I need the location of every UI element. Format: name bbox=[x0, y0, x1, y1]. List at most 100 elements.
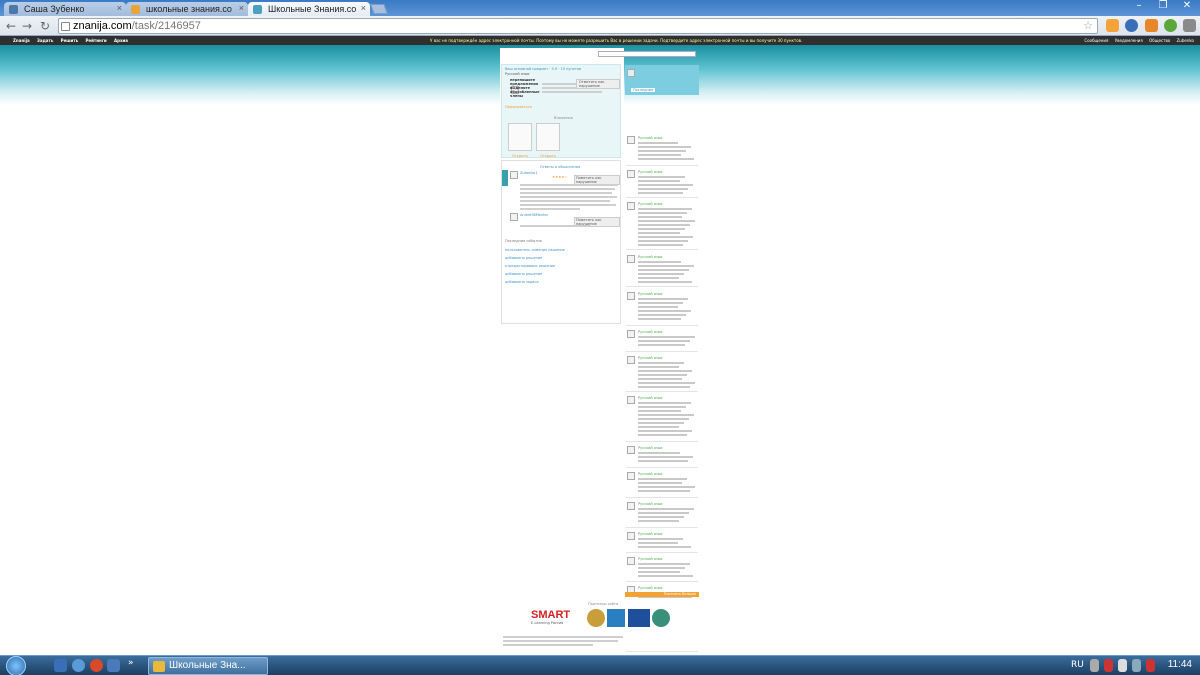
wrench-icon[interactable] bbox=[1183, 19, 1196, 32]
sidebar-card[interactable]: Русский язык bbox=[626, 530, 698, 553]
sidebar-card[interactable]: Русский язык bbox=[626, 328, 698, 352]
site-logo[interactable]: znanija.com Учимся вместе bbox=[503, 50, 550, 62]
sidebar-card-subject[interactable]: Русский язык bbox=[638, 472, 663, 476]
open-attachment-link[interactable]: Открыть bbox=[512, 154, 528, 158]
chrome-icon[interactable] bbox=[90, 659, 103, 672]
avatar[interactable] bbox=[627, 532, 635, 540]
close-window-icon[interactable]: ✕ bbox=[1178, 0, 1196, 11]
open-attachment-link[interactable]: Открыть bbox=[540, 154, 556, 158]
avatar[interactable] bbox=[627, 292, 635, 300]
attachment-thumb[interactable] bbox=[536, 123, 560, 151]
language-indicator[interactable]: RU bbox=[1071, 660, 1084, 670]
avatar[interactable] bbox=[627, 170, 635, 178]
new-tab-button[interactable] bbox=[370, 4, 388, 14]
tab-sasha[interactable]: Саша Зубенко × bbox=[4, 2, 126, 16]
tab-znanija[interactable]: Школьные Знания.co × bbox=[248, 2, 370, 16]
volume-icon[interactable] bbox=[1118, 659, 1127, 672]
sidebar-card-subject[interactable]: Русский язык bbox=[638, 292, 663, 296]
more-icon[interactable]: » bbox=[128, 658, 134, 668]
avatar[interactable] bbox=[627, 557, 635, 565]
sidebar-card[interactable]: Русский язык bbox=[626, 354, 698, 392]
taskbar-app-znanija[interactable]: Школьные Зна... bbox=[148, 657, 268, 675]
sidebar-card-subject[interactable]: Русский язык bbox=[638, 396, 663, 400]
topbar-link[interactable]: Решить bbox=[61, 38, 79, 43]
topbar-link[interactable]: Zubenko bbox=[1177, 38, 1194, 43]
alert-icon[interactable] bbox=[1146, 659, 1155, 672]
topbar-link[interactable]: Архив bbox=[114, 38, 128, 43]
mark-violation-button[interactable]: Отметить как нарушение bbox=[576, 79, 620, 89]
avatar[interactable] bbox=[627, 136, 635, 144]
sidebar-card[interactable]: Русский язык bbox=[626, 253, 698, 287]
sidebar-card[interactable]: Русский язык bbox=[626, 470, 698, 498]
rating-stars[interactable]: ★★★★☆ bbox=[552, 175, 568, 179]
answer-author-link[interactable]: Zubenko1 bbox=[520, 171, 537, 175]
avatar[interactable] bbox=[510, 171, 518, 179]
report-link[interactable]: Пожаловаться bbox=[505, 105, 532, 109]
tray-icon[interactable] bbox=[1090, 659, 1099, 672]
sidebar-card[interactable]: Русский язык bbox=[626, 500, 698, 528]
topbar-link[interactable]: Задать bbox=[37, 38, 53, 43]
sidebar-card[interactable]: Русский язык bbox=[626, 555, 698, 582]
sidebar-card-subject[interactable]: Русский язык bbox=[638, 502, 663, 506]
sidebar-card-subject[interactable]: Русский язык bbox=[638, 255, 663, 259]
tab-search[interactable]: школьные знания.co × bbox=[126, 2, 248, 16]
forward-icon[interactable]: → bbox=[22, 19, 32, 33]
sidebar-card-subject[interactable]: Русский язык bbox=[638, 356, 663, 360]
tray-icon[interactable] bbox=[1104, 659, 1113, 672]
close-icon[interactable]: × bbox=[117, 3, 122, 13]
sidebar-card-subject[interactable]: Русский язык bbox=[638, 557, 663, 561]
partner-logo[interactable] bbox=[628, 609, 650, 627]
network-icon[interactable] bbox=[1132, 659, 1141, 672]
start-button[interactable] bbox=[6, 656, 26, 675]
history-item[interactable]: добавлено решение bbox=[505, 272, 619, 276]
sidebar-card[interactable]: Русский язык bbox=[626, 394, 698, 442]
sidebar-card[interactable]: Русский язык bbox=[626, 134, 698, 166]
reload-icon[interactable]: ↻ bbox=[40, 19, 50, 33]
topbar-link[interactable]: Сообщения bbox=[1084, 38, 1108, 43]
topbar-link[interactable]: Рейтинги bbox=[85, 38, 106, 43]
clock[interactable]: 11:44 bbox=[1168, 659, 1192, 670]
avatar[interactable] bbox=[627, 255, 635, 263]
desktop-icon[interactable] bbox=[107, 659, 120, 672]
maximize-icon[interactable]: ❐ bbox=[1154, 0, 1172, 11]
sidebar-card-subject[interactable]: Русский язык bbox=[638, 330, 663, 334]
sidebar-card[interactable]: Русский язык bbox=[626, 200, 698, 250]
sidebar-card-subject[interactable]: Русский язык bbox=[638, 170, 663, 174]
avatar[interactable] bbox=[627, 69, 635, 77]
sidebar-card-subject[interactable]: Русский язык bbox=[638, 532, 663, 536]
show-more-button[interactable]: Показать больше bbox=[625, 592, 699, 597]
history-item[interactable]: отредактировано решение bbox=[505, 264, 619, 268]
puzzle-icon[interactable] bbox=[1164, 19, 1177, 32]
avatar[interactable] bbox=[627, 330, 635, 338]
bookmark-star-icon[interactable]: ☆ bbox=[1083, 19, 1093, 32]
ie-icon[interactable] bbox=[72, 659, 85, 672]
avatar[interactable] bbox=[627, 396, 635, 404]
back-icon[interactable]: ← bbox=[6, 19, 16, 33]
avatar[interactable] bbox=[627, 202, 635, 210]
sidebar-card-subject[interactable]: Русский язык bbox=[638, 136, 663, 140]
explorer-icon[interactable] bbox=[54, 659, 67, 672]
attachment-thumb[interactable] bbox=[508, 123, 532, 151]
sidebar-card-subject[interactable]: Русский язык bbox=[638, 586, 663, 590]
avatar[interactable] bbox=[627, 356, 635, 364]
history-item[interactable]: добавлено решение bbox=[505, 256, 619, 260]
history-item[interactable]: добавлена задача bbox=[505, 280, 619, 284]
search-input[interactable] bbox=[598, 51, 696, 57]
partner-logo[interactable] bbox=[652, 609, 670, 627]
close-icon[interactable]: × bbox=[239, 3, 244, 13]
sidebar-card[interactable]: Русский язык bbox=[626, 444, 698, 468]
thumbs-up-icon[interactable] bbox=[1106, 19, 1119, 32]
sidebar-card[interactable]: Русский язык bbox=[626, 168, 698, 198]
avatar[interactable] bbox=[627, 446, 635, 454]
sidebar-card-subject[interactable]: Русский язык bbox=[638, 446, 663, 450]
avatar[interactable] bbox=[510, 213, 518, 221]
answer-author-link[interactable]: Andrei98Mentor bbox=[520, 213, 548, 217]
notification-icon[interactable] bbox=[1145, 19, 1158, 32]
avatar[interactable] bbox=[627, 472, 635, 480]
topbar-link[interactable]: Уведомления bbox=[1115, 38, 1143, 43]
partner-logo[interactable] bbox=[607, 609, 625, 627]
topbar-link[interactable]: Znanija bbox=[13, 38, 30, 43]
sidebar-card[interactable]: Русский язык bbox=[626, 290, 698, 326]
tab-latest[interactable]: Последние bbox=[631, 88, 656, 92]
close-icon[interactable]: × bbox=[361, 3, 366, 13]
